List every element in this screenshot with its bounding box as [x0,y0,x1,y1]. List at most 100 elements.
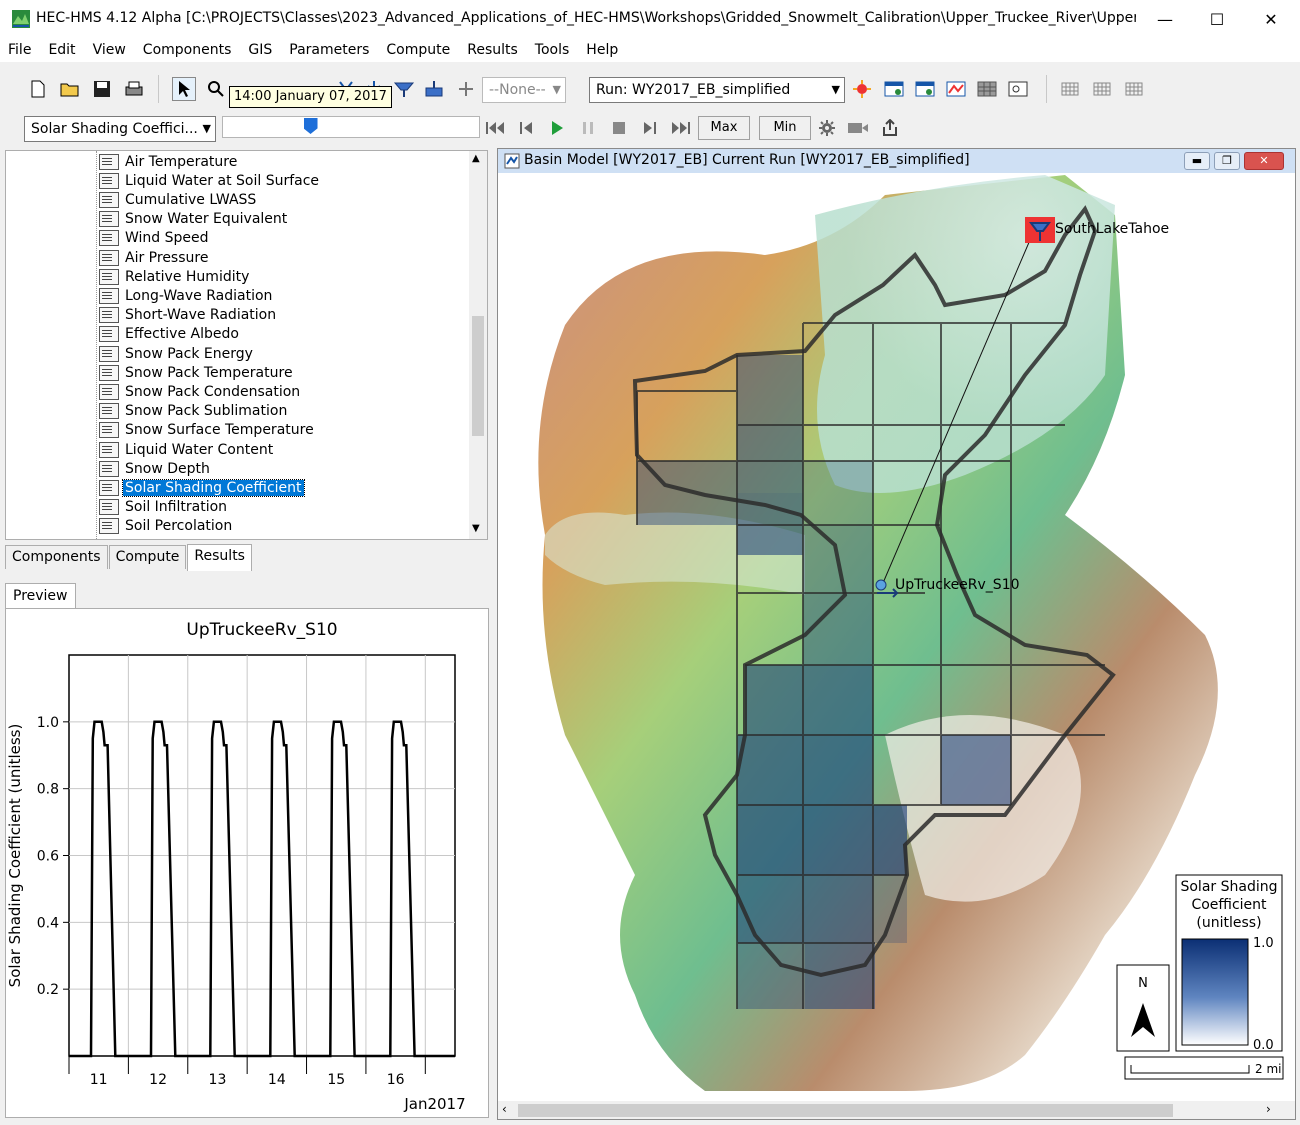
scrollbar-thumb[interactable] [518,1104,1173,1117]
tree-item[interactable]: Short-Wave Radiation [99,306,278,325]
time-series-table-icon[interactable] [913,77,937,101]
skip-to-end-icon[interactable] [668,116,692,140]
tree-item[interactable]: Solar Shading Coefficient [99,478,305,497]
tree-item[interactable]: Snow Depth [99,459,212,478]
tree-item[interactable]: Liquid Water Content [99,440,275,459]
skip-to-start-icon[interactable] [484,116,508,140]
globe-grid-icon[interactable] [1122,77,1146,101]
close-button[interactable]: ✕ [1244,0,1298,38]
compute-run-icon[interactable] [850,77,874,101]
summary-table-icon[interactable] [882,77,906,101]
max-button[interactable]: Max [698,116,750,140]
time-series-icon [99,383,119,400]
zoom-icon[interactable] [204,77,228,101]
tree-item[interactable]: Wind Speed [99,229,211,248]
tab-results[interactable]: Results [187,544,252,571]
minimize-button[interactable]: — [1138,0,1192,38]
mdi-close-button[interactable]: ✕ [1244,152,1284,170]
pause-icon[interactable] [576,116,600,140]
tree-item[interactable]: Snow Pack Temperature [99,363,295,382]
tab-components[interactable]: Components [5,545,108,569]
video-camera-icon[interactable] [846,116,870,140]
play-icon[interactable] [545,116,569,140]
menu-tools[interactable]: Tools [535,42,570,58]
tree-scrollbar[interactable]: ▲ ▼ [469,151,487,539]
mdi-minimize-button[interactable]: ▬ [1184,152,1210,170]
print-icon[interactable] [122,77,146,101]
gridded-variable-combo[interactable]: Solar Shading Coeffici... ▼ [24,116,216,142]
tree-item[interactable]: Soil Infiltration [99,498,229,517]
tree-item[interactable]: Cumulative LWASS [99,190,258,209]
slider-thumb[interactable] [303,118,318,134]
tree-item-label: Soil Infiltration [125,499,228,516]
report-icon[interactable] [1006,77,1030,101]
basin-map: SouthLakeTahoe UpTruckeeRv_S10 N Solar S… [538,175,1284,1091]
menu-results[interactable]: Results [467,42,518,58]
tree-item-label: Long-Wave Radiation [125,287,273,304]
none-combo[interactable]: --None-- ▼ [482,77,566,103]
x-tick-label: 12 [149,1072,167,1088]
reservoir-tool-icon[interactable] [392,77,416,101]
tree-item[interactable]: Soil Percolation [99,517,234,536]
open-folder-icon[interactable] [58,77,82,101]
menu-compute[interactable]: Compute [386,42,450,58]
menu-parameters[interactable]: Parameters [289,42,369,58]
step-forward-icon[interactable] [638,116,662,140]
scroll-right-icon[interactable]: › [1266,1102,1271,1116]
menu-view[interactable]: View [93,42,126,58]
menu-edit[interactable]: Edit [48,42,75,58]
globe-grid-icon[interactable] [1058,77,1082,101]
table-icon[interactable] [975,77,999,101]
tree-item[interactable]: Air Temperature [99,152,239,171]
x-tick-label: 16 [387,1072,405,1088]
globe-grid-icon[interactable] [1090,77,1114,101]
tab-preview[interactable]: Preview [5,583,76,609]
tree-item[interactable]: Snow Pack Condensation [99,382,302,401]
time-series-icon [99,230,119,247]
menu-components[interactable]: Components [143,42,232,58]
legend-title-line2: Coefficient [1191,897,1267,913]
settings-gear-icon[interactable] [815,116,839,140]
tree-item[interactable]: Long-Wave Radiation [99,286,274,305]
menu-bar: File Edit View Components GIS Parameters… [0,38,1300,62]
add-icon[interactable] [454,77,478,101]
tree-item[interactable]: Liquid Water at Soil Surface [99,171,321,190]
sink-tool-icon[interactable] [422,77,446,101]
y-axis-label: Solar Shading Coefficient (unitless) [6,724,24,988]
tree-item[interactable]: Snow Pack Energy [99,344,255,363]
menu-file[interactable]: File [8,42,31,58]
tree-item-label: Air Pressure [125,249,209,266]
map-horizontal-scrollbar[interactable]: ‹ › [498,1101,1295,1119]
tab-compute[interactable]: Compute [108,545,187,569]
time-series-icon [99,268,119,285]
save-icon[interactable] [90,77,114,101]
x-axis-label: Jan2017 [403,1095,465,1113]
scrollbar-thumb[interactable] [472,316,484,436]
south-lake-tahoe-sink[interactable] [1025,217,1055,243]
min-button[interactable]: Min [759,116,811,140]
tree-item[interactable]: Snow Water Equivalent [99,210,289,229]
tree-item[interactable]: Relative Humidity [99,267,251,286]
basin-map-canvas[interactable]: SouthLakeTahoe UpTruckeeRv_S10 N Solar S… [505,175,1288,1091]
run-combo[interactable]: Run: WY2017_EB_simplified ▼ [589,77,845,103]
y-tick-label: 0.2 [37,982,59,998]
tree-item[interactable]: Snow Pack Sublimation [99,402,289,421]
pointer-tool-icon[interactable] [172,77,196,101]
scroll-left-icon[interactable]: ‹ [502,1102,507,1116]
tree-item[interactable]: Snow Surface Temperature [99,421,316,440]
menu-gis[interactable]: GIS [248,42,272,58]
scroll-down-icon[interactable]: ▼ [472,523,480,534]
tree-item[interactable]: Effective Albedo [99,325,241,344]
scroll-up-icon[interactable]: ▲ [472,153,480,164]
menu-help[interactable]: Help [586,42,618,58]
time-slider[interactable] [222,116,480,138]
tree-item[interactable]: Air Pressure [99,248,210,267]
new-file-icon[interactable] [26,77,50,101]
export-icon[interactable] [878,116,902,140]
tree-item-label: Effective Albedo [125,326,239,343]
maximize-button[interactable]: ☐ [1190,0,1244,38]
stop-icon[interactable] [607,116,631,140]
mdi-restore-button[interactable]: ❐ [1214,152,1240,170]
step-back-icon[interactable] [514,116,538,140]
graph-icon[interactable] [944,77,968,101]
